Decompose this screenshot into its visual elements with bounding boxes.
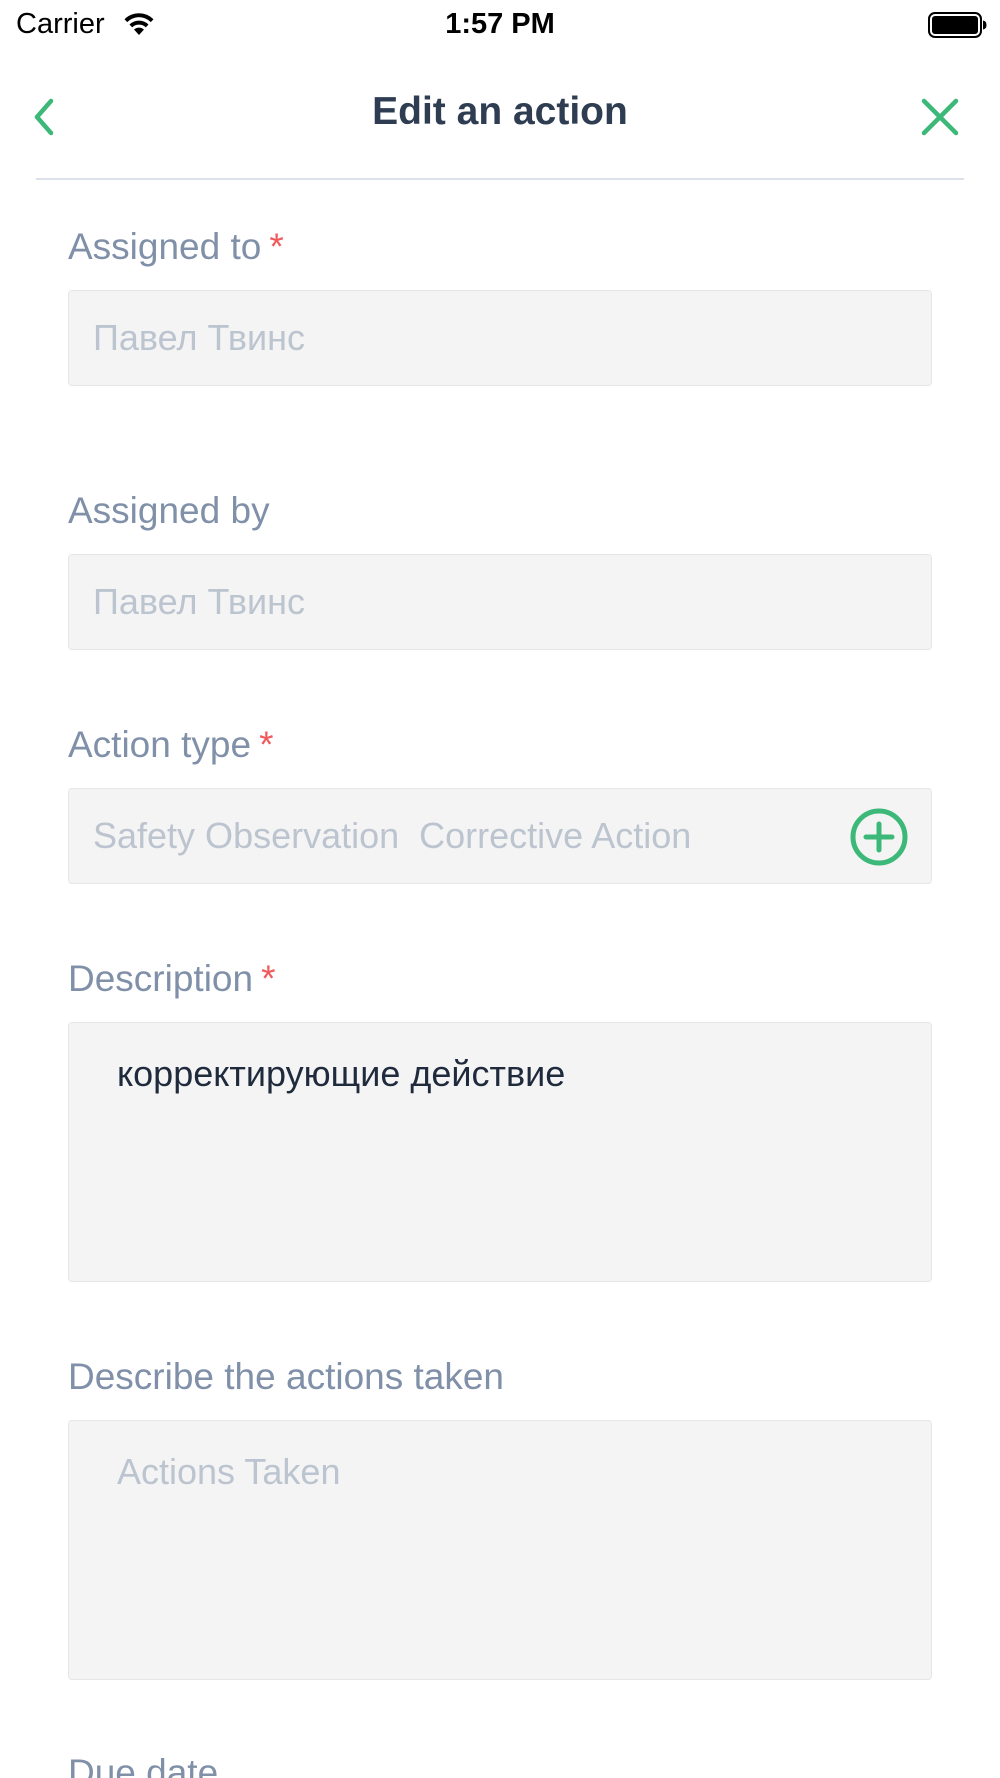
close-icon — [921, 98, 959, 136]
edit-action-screen: Carrier 1:57 PM Edit an action Assigned … — [0, 0, 1000, 1778]
assigned-to-value: Павел Твинс — [93, 317, 305, 358]
action-type-value: Safety Observation Corrective Action — [93, 815, 692, 856]
action-type-label-text: Action type — [68, 724, 252, 765]
description-label: Description * — [68, 958, 275, 1000]
description-textarea[interactable]: корректирующие действие — [68, 1022, 932, 1282]
close-button[interactable] — [915, 92, 965, 142]
actions-taken-label: Describe the actions taken — [68, 1356, 504, 1398]
actions-taken-placeholder: Actions Taken — [117, 1451, 341, 1492]
assigned-by-label: Assigned by — [68, 490, 270, 532]
status-bar: Carrier 1:57 PM — [0, 0, 1000, 52]
plus-circle-icon[interactable] — [849, 807, 909, 867]
assigned-to-label-text: Assigned to — [68, 226, 262, 267]
assigned-by-label-text: Assigned by — [68, 490, 270, 531]
status-time: 1:57 PM — [445, 8, 555, 40]
battery-icon — [928, 12, 987, 38]
assigned-to-label: Assigned to * — [68, 226, 284, 268]
assigned-by-field[interactable]: Павел Твинс — [68, 554, 932, 650]
action-type-label: Action type * — [68, 724, 273, 766]
required-mark: * — [259, 724, 274, 765]
required-mark: * — [261, 958, 276, 999]
due-date-label: Due date — [68, 1752, 218, 1778]
description-value: корректирующие действие — [117, 1053, 566, 1094]
action-type-field[interactable]: Safety Observation Corrective Action — [68, 788, 932, 884]
description-label-text: Description — [68, 958, 254, 999]
actions-taken-textarea[interactable]: Actions Taken — [68, 1420, 932, 1680]
assigned-by-value: Павел Твинс — [93, 581, 305, 622]
required-mark: * — [269, 226, 284, 267]
due-date-label-text: Due date — [68, 1752, 219, 1778]
header-divider — [36, 178, 964, 180]
assigned-to-field[interactable]: Павел Твинс — [68, 290, 932, 386]
actions-taken-label-text: Describe the actions taken — [68, 1356, 505, 1397]
navigation-bar: Edit an action — [0, 60, 1000, 180]
page-title: Edit an action — [372, 90, 628, 133]
